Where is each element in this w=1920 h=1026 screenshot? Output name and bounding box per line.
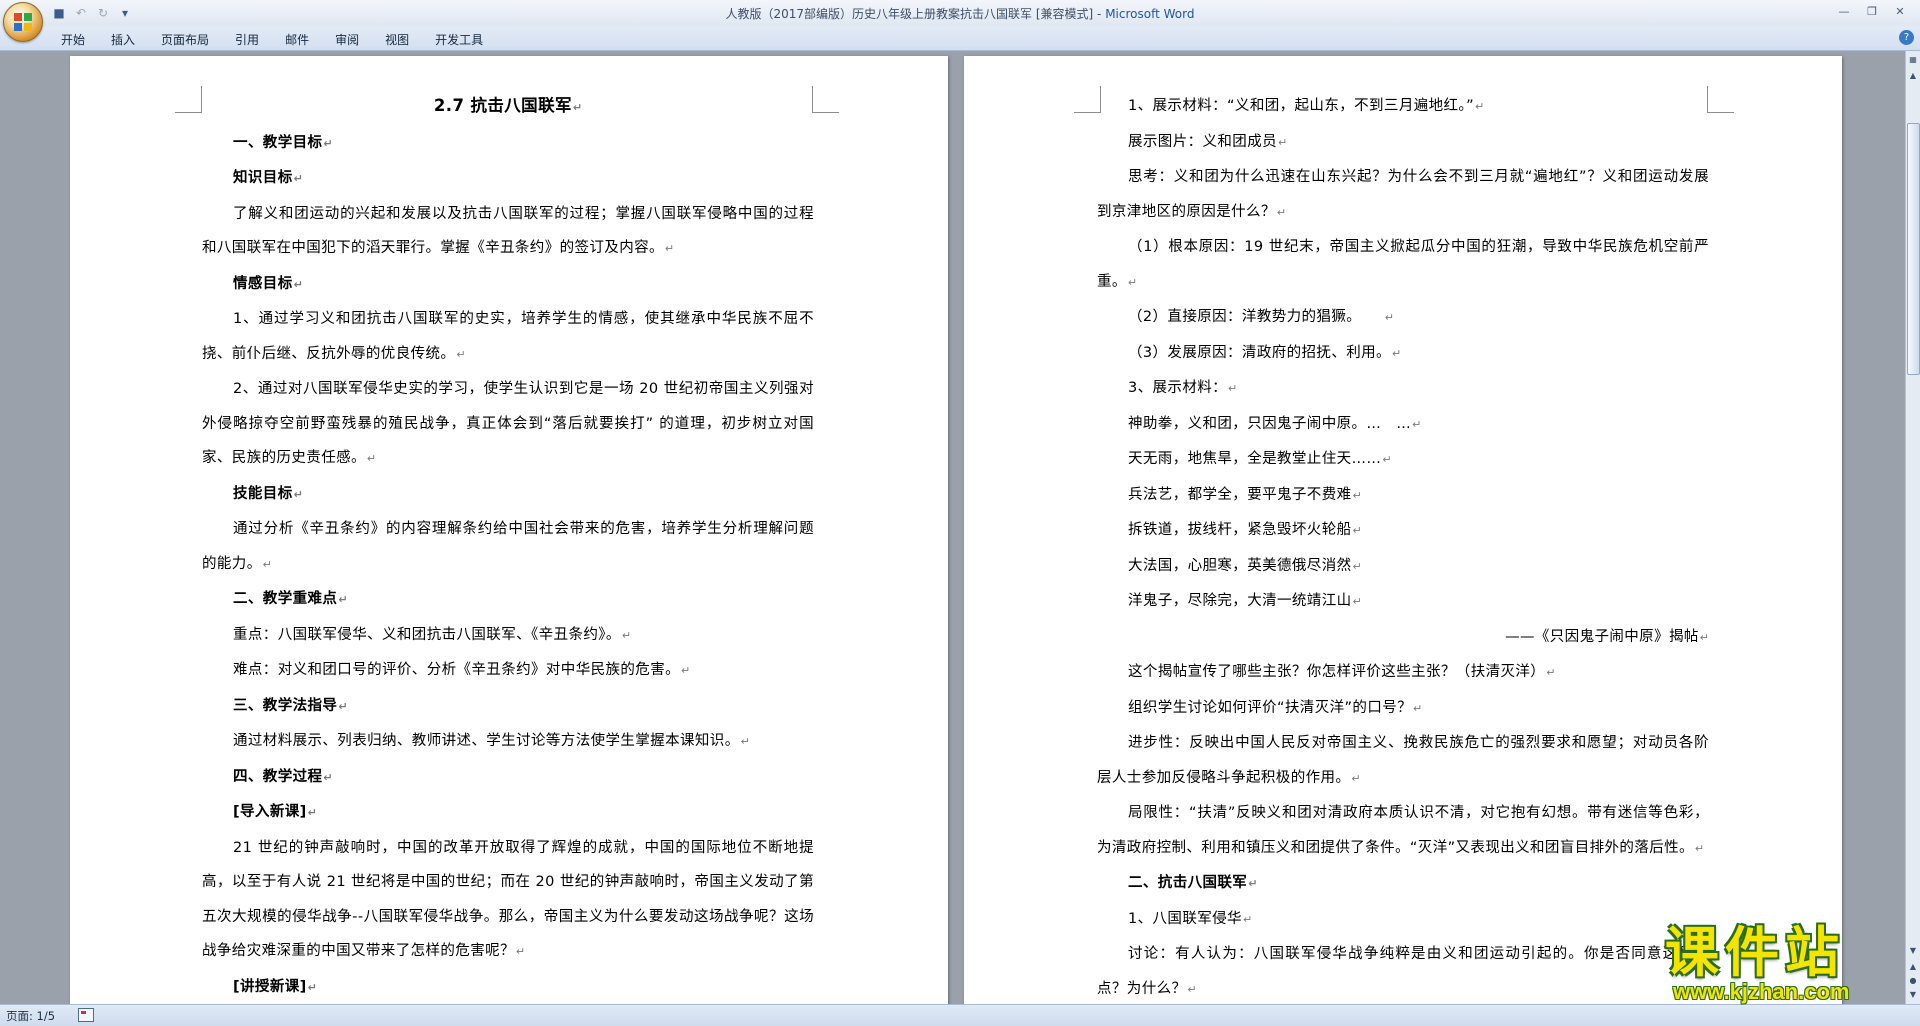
restore-icon[interactable]: ❐ (1858, 1, 1886, 21)
paragraph: 组织学生讨论如何评价“扶清灭洋”的口号？ (1097, 691, 1709, 727)
page-1: 2.7 抗击八国联军一、教学目标知识目标了解义和团运动的兴起和发展以及抗击八国联… (70, 56, 948, 1004)
paragraph: 天无雨，地焦旱，全是教堂止住天…… (1097, 442, 1709, 478)
close-icon[interactable]: ✕ (1886, 1, 1914, 21)
document-title: 人教版（2017部编版）历史八年级上册教案抗击八国联军 [兼容模式] - (725, 7, 1106, 21)
ribbon-tab[interactable]: 开始 (48, 29, 98, 50)
ribbon-tab[interactable]: 邮件 (272, 29, 322, 50)
paragraph: 通过分析《辛丑条约》的内容理解条约给中国社会带来的危害，培养学生分析理解问题的能… (202, 512, 814, 582)
paragraph: 1、通过学习义和团抗击八国联军的史实，培养学生的情感，使其继承中华民族不屈不挠、… (202, 302, 814, 372)
app-name: Microsoft Word (1105, 7, 1195, 21)
window-controls: — ❐ ✕ (1830, 1, 1914, 21)
paragraph: 进步性：反映出中国人民反对帝国主义、挽救民族危亡的强烈要求和愿望；对动员各阶层人… (1097, 726, 1709, 796)
paragraph: 大法国，心胆寒，英美德俄尽消然 (1097, 549, 1709, 585)
paragraph: 一、教学目标 (202, 126, 814, 162)
watermark-logo: 课件站 www.kjzhan.com (1665, 921, 1905, 1004)
paragraph: 知识目标 (202, 161, 814, 197)
page-count[interactable]: 页面: 1/5 (6, 1008, 55, 1024)
paragraph: 局限性：“扶清”反映义和团对清政府本质认识不清，对它抱有幻想。带有迷信等色彩，为… (1097, 796, 1709, 866)
page-1-body[interactable]: 2.7 抗击八国联军一、教学目标知识目标了解义和团运动的兴起和发展以及抗击八国联… (202, 89, 814, 1004)
office-logo-icon (14, 13, 32, 31)
paragraph: 2、通过对八国联军侵华史实的学习，使学生认识到它是一场 20 世纪初帝国主义列强… (202, 372, 814, 477)
office-button[interactable] (3, 2, 43, 42)
paragraph: （1）根本原因：19 世纪末，帝国主义掀起瓜分中国的狂潮，导致中华民族危机空前严… (1097, 230, 1709, 300)
paragraph: 拆铁道，拔线杆，紧急毁坏火轮船 (1097, 513, 1709, 549)
ribbon-tab[interactable]: 引用 (222, 29, 272, 50)
paragraph: （3）发展原因：清政府的招抚、利用。 (1097, 336, 1709, 372)
paragraph: 情感目标 (202, 267, 814, 303)
crop-mark (175, 86, 202, 113)
next-page-icon[interactable]: ▼ (1907, 988, 1919, 1002)
scroll-down-icon[interactable]: ▼ (1907, 944, 1919, 958)
paragraph: 通过材料展示、列表归纳、教师讲述、学生讨论等方法使学生掌握本课知识。 (202, 724, 814, 760)
paragraph: 这个揭帖宣传了哪些主张？你怎样评价这些主张？（扶清灭洋） (1097, 655, 1709, 691)
paragraph: 技能目标 (202, 477, 814, 513)
paragraph: 神助拳，义和团，只因鬼子闹中原。… … (1097, 407, 1709, 443)
paragraph: 二、抗击八国联军 (1097, 866, 1709, 902)
help-icon[interactable]: ? (1899, 30, 1914, 45)
scroll-up-icon[interactable]: ▲ (1907, 69, 1919, 83)
ribbon-tab[interactable]: 开发工具 (422, 29, 496, 50)
paragraph: 思考：义和团为什么迅速在山东兴起？为什么会不到三月就“遍地红”？义和团运动发展到… (1097, 160, 1709, 230)
ribbon-tabs: 开始 插入 页面布局 引用 邮件 审阅 视图 开发工具 (48, 29, 496, 50)
paragraph: [讲授新课] (202, 970, 814, 1005)
paragraph: 了解义和团运动的兴起和发展以及抗击八国联军的过程；掌握八国联军侵略中国的过程和八… (202, 197, 814, 267)
ribbon-tab[interactable]: 页面布局 (148, 29, 222, 50)
paragraph: 讨论：有人认为：八国联军侵华战争纯粹是由义和团运动引起的。你是否同意这种观点？为… (1097, 937, 1709, 1004)
document-canvas: 2.7 抗击八国联军一、教学目标知识目标了解义和团运动的兴起和发展以及抗击八国联… (0, 51, 1906, 1004)
paragraph: 3、展示材料： (1097, 371, 1709, 407)
browse-object-icon[interactable]: ● (1907, 974, 1919, 988)
previous-page-icon[interactable]: ▲ (1907, 960, 1919, 974)
paragraph: 三、教学法指导 (202, 689, 814, 725)
paragraph: 21 世纪的钟声敲响时，中国的改革开放取得了辉煌的成就，中国的国际地位不断地提高… (202, 831, 814, 970)
ribbon-tabs-bar: 开始 插入 页面布局 引用 邮件 审阅 视图 开发工具 ? (0, 26, 1920, 51)
paragraph: ——《只因鬼子闹中原》揭帖 (1097, 620, 1709, 656)
paragraph: 难点：对义和团口号的评价、分析《辛丑条约》对中华民族的危害。 (202, 653, 814, 689)
ribbon-tab[interactable]: 插入 (98, 29, 148, 50)
paragraph: 1、八国联军侵华 (1097, 902, 1709, 938)
paragraph: 1、展示材料：“义和团，起山东，不到三月遍地红。” (1097, 89, 1709, 125)
page-2-body[interactable]: 1、展示材料：“义和团，起山东，不到三月遍地红。”展示图片：义和团成员思考：义和… (1097, 89, 1709, 1004)
title-bar: ■ ↶ ↻ ▾ 人教版（2017部编版）历史八年级上册教案抗击八国联军 [兼容模… (0, 0, 1920, 27)
watermark-name: 课件站 (1665, 921, 1845, 984)
minimize-icon[interactable]: — (1830, 1, 1858, 21)
ruler-toggle-icon[interactable]: ▦ (1907, 53, 1919, 67)
scrollbar-thumb[interactable] (1907, 123, 1920, 375)
paragraph: 2.7 抗击八国联军 (202, 89, 814, 126)
paragraph: [导入新课] (202, 795, 814, 831)
paragraph: （2）直接原因：洋教势力的猖獗。 (1097, 300, 1709, 336)
watermark-url: www.kjzhan.com (1673, 979, 1850, 1004)
paragraph: 洋鬼子，尽除完，大清一统靖江山 (1097, 584, 1709, 620)
paragraph: 二、教学重难点 (202, 582, 814, 618)
ribbon-tab[interactable]: 视图 (372, 29, 422, 50)
vertical-scrollbar[interactable]: ▦ ▲ ▼ ▲ ● ▼ (1905, 51, 1920, 1004)
paragraph: 重点：八国联军侵华、义和团抗击八国联军、《辛丑条约》。 (202, 618, 814, 654)
window-title: 人教版（2017部编版）历史八年级上册教案抗击八国联军 [兼容模式] - Mic… (0, 5, 1920, 22)
proofing-status-icon[interactable] (78, 1008, 94, 1022)
paragraph: 四、教学过程 (202, 760, 814, 796)
paragraph: 兵法艺，都学全，要平鬼子不费难 (1097, 478, 1709, 514)
crop-mark (1707, 86, 1734, 113)
paragraph: 展示图片：义和团成员 (1097, 125, 1709, 161)
crop-mark (812, 86, 839, 113)
page-2: 1、展示材料：“义和团，起山东，不到三月遍地红。”展示图片：义和团成员思考：义和… (964, 56, 1842, 1004)
ribbon-tab[interactable]: 审阅 (322, 29, 372, 50)
status-bar: 页面: 1/5 (0, 1004, 1920, 1026)
